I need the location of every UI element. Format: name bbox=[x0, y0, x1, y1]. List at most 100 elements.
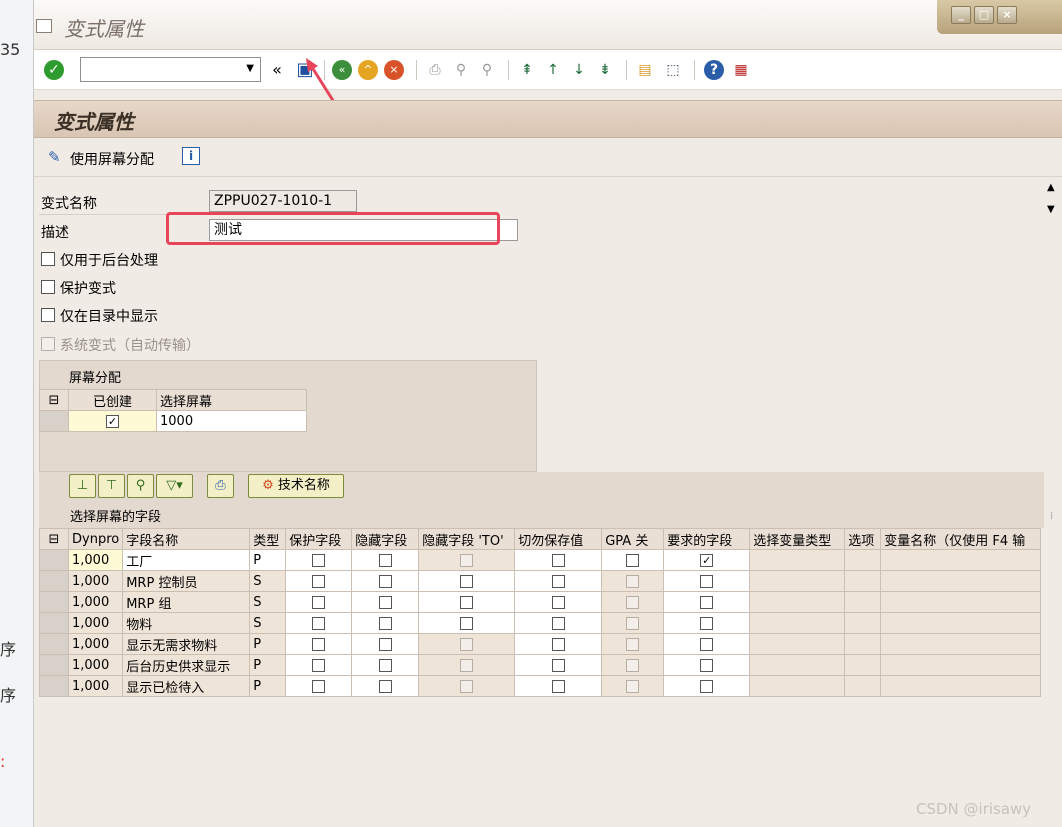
hide-to-checkbox bbox=[460, 553, 474, 567]
page-header: 变式属性 bbox=[34, 100, 1062, 138]
required-checkbox[interactable] bbox=[700, 637, 714, 651]
no-save-checkbox[interactable] bbox=[551, 595, 565, 609]
gpa-checkbox bbox=[626, 637, 640, 651]
annotation-highlight-box bbox=[166, 212, 500, 245]
shortcut-icon[interactable]: ⬚ bbox=[662, 59, 684, 81]
technical-name-button[interactable]: ⚙ 技术名称 bbox=[248, 474, 344, 498]
protect-checkbox[interactable] bbox=[312, 679, 326, 693]
type-cell: P bbox=[249, 654, 287, 676]
hide-to-checkbox[interactable] bbox=[460, 574, 474, 588]
variant-name-label: 变式名称 bbox=[41, 196, 97, 212]
previous-page-icon[interactable]: ↑ bbox=[542, 59, 564, 81]
no-save-checkbox[interactable] bbox=[551, 616, 565, 630]
cancel-icon[interactable]: × bbox=[384, 60, 404, 80]
row-selector[interactable] bbox=[39, 633, 69, 655]
sel-var-type-cell bbox=[749, 633, 846, 655]
type-cell: P bbox=[249, 633, 287, 655]
no-save-checkbox[interactable] bbox=[551, 658, 565, 672]
table-row: 1,000 MRP 组 S bbox=[39, 591, 1042, 613]
row-selector[interactable] bbox=[39, 612, 69, 634]
vertical-scrollbar[interactable]: ▲ ▼ ⁞ bbox=[1044, 178, 1062, 827]
command-field[interactable]: ▼ bbox=[80, 57, 261, 82]
hide-checkbox[interactable] bbox=[378, 658, 392, 672]
dynpro-cell: 1,000 bbox=[67, 612, 124, 634]
background-only-checkbox[interactable] bbox=[41, 252, 55, 266]
required-checkbox[interactable] bbox=[700, 595, 714, 609]
first-page-icon[interactable]: ⇞ bbox=[516, 59, 538, 81]
enter-check-icon[interactable]: ✓ bbox=[44, 60, 64, 80]
no-save-checkbox[interactable] bbox=[551, 574, 565, 588]
scroll-up-icon[interactable]: ▲ bbox=[1047, 182, 1055, 193]
protect-checkbox[interactable] bbox=[312, 553, 326, 567]
row-selector[interactable] bbox=[39, 410, 69, 432]
info-icon[interactable]: i bbox=[182, 147, 200, 165]
print-icon[interactable]: ⎙ bbox=[424, 59, 446, 81]
gpa-checkbox[interactable] bbox=[626, 553, 640, 567]
find-binoculars-icon[interactable]: ⚲ bbox=[127, 474, 154, 498]
find-icon[interactable]: ⚲ bbox=[450, 59, 472, 81]
customize-layout-icon[interactable]: ▦ bbox=[730, 59, 752, 81]
fields-table-settings-icon[interactable]: ⊟ bbox=[39, 528, 69, 550]
pencil-icon[interactable]: ✎ bbox=[48, 148, 61, 166]
variable-name-cell bbox=[880, 675, 1042, 697]
hide-checkbox[interactable] bbox=[378, 553, 392, 567]
sel-var-type-cell bbox=[749, 570, 846, 592]
hide-checkbox[interactable] bbox=[378, 679, 392, 693]
protect-variant-checkbox[interactable] bbox=[41, 280, 55, 294]
hide-checkbox[interactable] bbox=[378, 616, 392, 630]
hide-to-checkbox[interactable] bbox=[460, 616, 474, 630]
hide-checkbox[interactable] bbox=[378, 637, 392, 651]
scroll-down-icon[interactable]: ▼ bbox=[1047, 204, 1055, 215]
required-checkbox[interactable]: ✓ bbox=[700, 553, 714, 567]
no-save-checkbox[interactable] bbox=[551, 637, 565, 651]
protect-checkbox[interactable] bbox=[312, 637, 326, 651]
row-selector[interactable] bbox=[39, 570, 69, 592]
required-checkbox[interactable] bbox=[700, 679, 714, 693]
exit-icon[interactable]: ^ bbox=[358, 60, 378, 80]
sel-var-type-cell bbox=[749, 549, 846, 571]
type-cell: S bbox=[249, 612, 287, 634]
print-list-icon[interactable]: ⎙ bbox=[207, 474, 234, 498]
collapse-command-icon[interactable]: « bbox=[266, 59, 288, 81]
hide-checkbox[interactable] bbox=[378, 574, 392, 588]
sort-ascending-icon[interactable]: ⊥ bbox=[69, 474, 96, 498]
hide-to-checkbox[interactable] bbox=[460, 595, 474, 609]
row-selector[interactable] bbox=[39, 591, 69, 613]
description-label: 描述 bbox=[41, 225, 69, 241]
protect-checkbox[interactable] bbox=[312, 574, 326, 588]
hide-checkbox[interactable] bbox=[378, 595, 392, 609]
required-checkbox[interactable] bbox=[700, 574, 714, 588]
last-page-icon[interactable]: ⇟ bbox=[594, 59, 616, 81]
sort-descending-icon[interactable]: ⊤ bbox=[98, 474, 125, 498]
protect-checkbox[interactable] bbox=[312, 658, 326, 672]
row-selector[interactable] bbox=[39, 549, 69, 571]
no-save-checkbox[interactable] bbox=[551, 553, 565, 567]
created-checkbox-cell[interactable]: ✓ bbox=[68, 410, 157, 432]
use-screen-assignment-label[interactable]: 使用屏幕分配 bbox=[70, 149, 154, 169]
find-next-icon[interactable]: ⚲ bbox=[476, 59, 498, 81]
col-field-name: 字段名称 bbox=[122, 528, 251, 550]
next-page-icon[interactable]: ↓ bbox=[568, 59, 590, 81]
row-selector[interactable] bbox=[39, 675, 69, 697]
help-icon[interactable]: ? bbox=[704, 60, 724, 80]
no-save-checkbox[interactable] bbox=[551, 679, 565, 693]
required-checkbox[interactable] bbox=[700, 616, 714, 630]
field-name-cell: 工厂 bbox=[122, 549, 251, 571]
col-variable-name: 变量名称（仅使用 F4 输 bbox=[880, 528, 1042, 550]
filter-icon[interactable]: ▽▾ bbox=[156, 474, 193, 498]
new-session-icon[interactable]: ▤ bbox=[634, 59, 656, 81]
protect-checkbox[interactable] bbox=[312, 595, 326, 609]
close-button[interactable]: × bbox=[997, 6, 1017, 24]
minimize-button[interactable]: _ bbox=[951, 6, 971, 24]
required-checkbox[interactable] bbox=[700, 658, 714, 672]
table-settings-icon[interactable]: ⊟ bbox=[39, 389, 69, 411]
dropdown-arrow-icon[interactable]: ▼ bbox=[246, 63, 254, 74]
checkmark-icon[interactable]: ✓ bbox=[106, 414, 119, 428]
variable-name-cell bbox=[880, 654, 1042, 676]
table-row: 1,000 显示已检待入 P bbox=[39, 675, 1042, 697]
protect-checkbox[interactable] bbox=[312, 616, 326, 630]
maximize-button[interactable]: □ bbox=[974, 6, 994, 24]
row-selector[interactable] bbox=[39, 654, 69, 676]
catalog-only-checkbox[interactable] bbox=[41, 308, 55, 322]
type-cell: P bbox=[249, 549, 287, 571]
